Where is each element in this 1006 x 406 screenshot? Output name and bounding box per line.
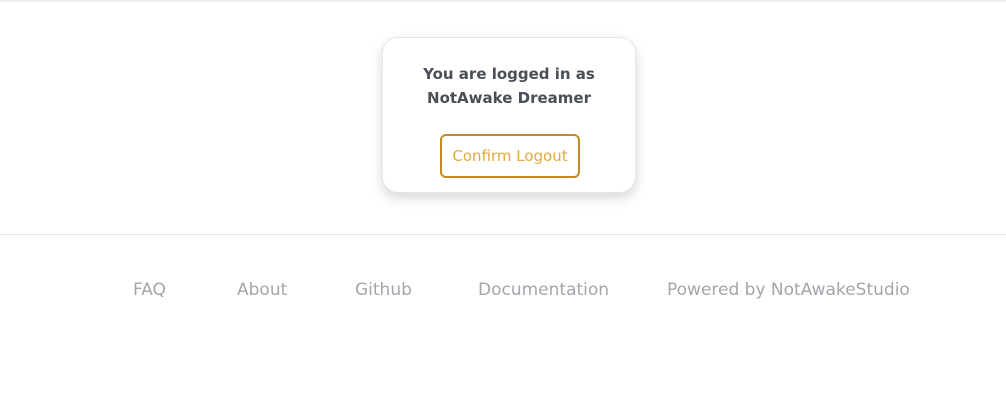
footer-link-documentation[interactable]: Documentation (478, 280, 609, 300)
logout-card: You are logged in as NotAwake Dreamer Co… (382, 37, 636, 193)
footer-divider (0, 234, 1006, 235)
footer-link-github[interactable]: Github (355, 280, 412, 300)
footer-link-about[interactable]: About (237, 280, 287, 300)
logged-in-message: You are logged in as NotAwake Dreamer (383, 62, 635, 110)
footer-link-powered-by[interactable]: Powered by NotAwakeStudio (667, 280, 910, 300)
footer-link-faq[interactable]: FAQ (133, 280, 166, 300)
username: NotAwake Dreamer (427, 89, 591, 107)
top-divider (0, 0, 1006, 2)
logged-in-label: You are logged in as (423, 65, 595, 83)
confirm-logout-button[interactable]: Confirm Logout (440, 134, 580, 178)
